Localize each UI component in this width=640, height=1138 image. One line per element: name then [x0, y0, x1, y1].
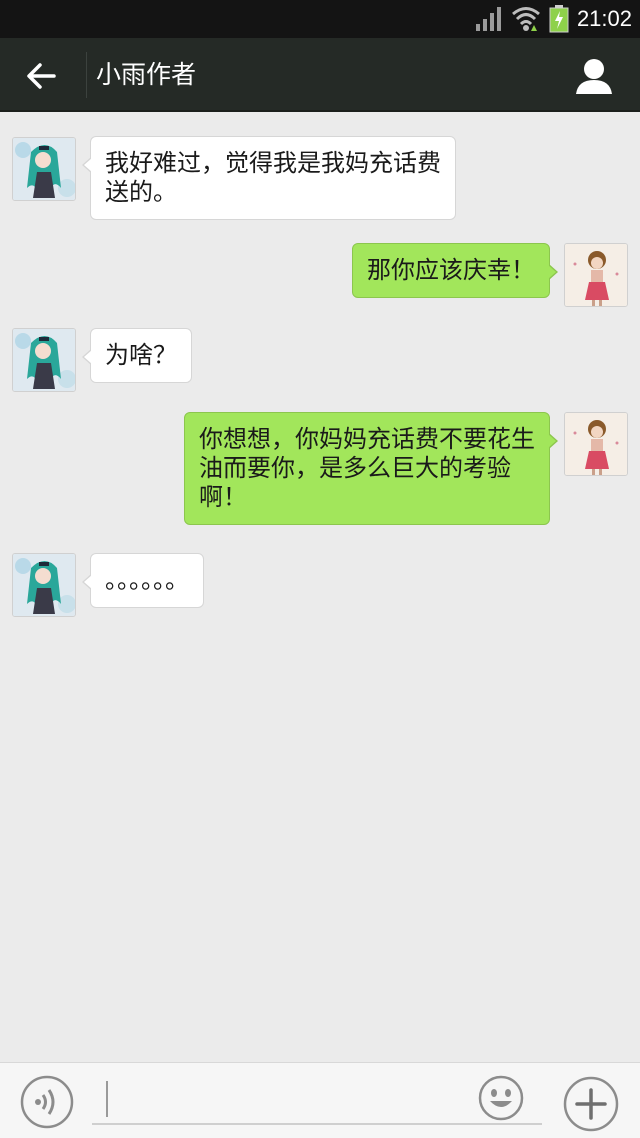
- plus-icon: [563, 1076, 619, 1132]
- header-divider: [86, 52, 87, 98]
- message-bubble-incoming[interactable]: 。。。。。。: [82, 553, 204, 608]
- message-text-line: 为啥？: [105, 341, 177, 369]
- profile-button[interactable]: [572, 54, 616, 98]
- message-bubble-outgoing[interactable]: 你想想，你妈妈充话费不要花生 油而要你，是多么巨大的考验 啊！: [184, 412, 558, 525]
- wifi-icon: [511, 7, 540, 31]
- contact-avatar[interactable]: [12, 137, 76, 201]
- voice-icon: [20, 1075, 74, 1129]
- back-button[interactable]: [20, 54, 64, 98]
- anime-girl-avatar-image: [13, 138, 75, 200]
- contact-avatar[interactable]: [12, 328, 76, 392]
- emoji-button[interactable]: [478, 1075, 524, 1121]
- battery-charging-icon: [549, 5, 569, 33]
- girl-avatar-image: [565, 413, 627, 475]
- message-text-line: 。。。。。。: [105, 566, 189, 594]
- anime-girl-avatar-image: [13, 329, 75, 391]
- signal-icon: [475, 7, 501, 31]
- girl-avatar-image: [565, 244, 627, 306]
- status-bar: 21:02: [0, 0, 640, 38]
- message-input[interactable]: [92, 1075, 542, 1125]
- arrow-left-icon: [27, 63, 56, 89]
- message-text-line: 那你应该庆幸！: [367, 256, 535, 284]
- user-avatar[interactable]: [564, 243, 628, 307]
- text-cursor: [106, 1081, 108, 1117]
- message-bubble-incoming[interactable]: 为啥？: [82, 328, 192, 383]
- person-icon: [576, 59, 612, 94]
- voice-button[interactable]: [20, 1075, 74, 1129]
- chat-area[interactable]: 我好难过，觉得我是我妈充话费 送的。 那你应该庆幸！ 为啥？ 你想想，你妈妈充话…: [0, 112, 640, 1062]
- message-bubble-outgoing[interactable]: 那你应该庆幸！: [352, 243, 558, 298]
- message-text-line: 啊！: [199, 483, 247, 511]
- status-time: 21:02: [576, 6, 632, 31]
- message-text-line: 油而要你，是多么巨大的考验: [199, 454, 511, 482]
- status-icons: 21:02: [475, 4, 632, 34]
- chat-header: 小雨作者: [0, 38, 640, 112]
- user-avatar[interactable]: [564, 412, 628, 476]
- message-text-line: 送的。: [105, 178, 177, 206]
- smiley-icon: [478, 1075, 524, 1121]
- message-text-line: 我好难过，觉得我是我妈充话费: [105, 149, 441, 177]
- anime-girl-avatar-image: [13, 554, 75, 616]
- input-bar: [0, 1062, 640, 1138]
- contact-avatar[interactable]: [12, 553, 76, 617]
- chat-title: 小雨作者: [96, 60, 197, 89]
- more-options-button[interactable]: [562, 1075, 620, 1133]
- message-text-line: 你想想，你妈妈充话费不要花生: [199, 425, 535, 453]
- message-bubble-incoming[interactable]: 我好难过，觉得我是我妈充话费 送的。: [82, 136, 456, 220]
